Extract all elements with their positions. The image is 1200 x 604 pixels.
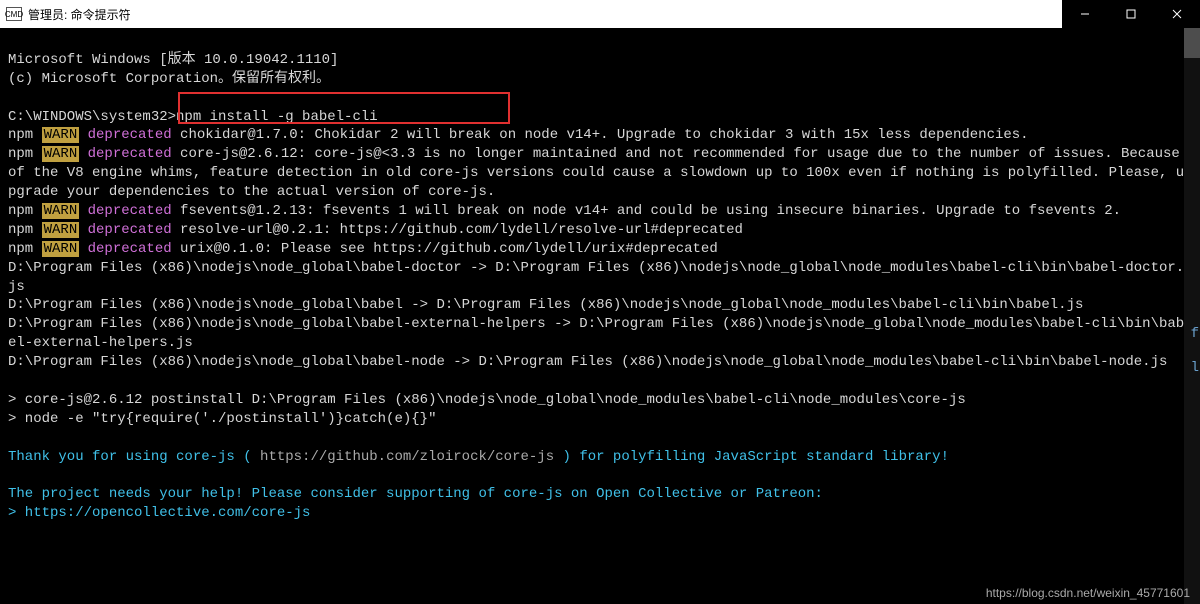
postinstall-line: > core-js@2.6.12 postinstall D:\Program …: [8, 392, 966, 408]
warn-badge: WARN: [42, 146, 80, 162]
scrollbar[interactable]: [1184, 28, 1200, 604]
thank-text: Thank you for using core-js (: [8, 449, 260, 465]
copyright-line: (c) Microsoft Corporation。保留所有权利。: [8, 71, 330, 87]
path-line: D:\Program Files (x86)\nodejs\node_globa…: [8, 354, 1167, 370]
version-line: Microsoft Windows [版本 10.0.19042.1110]: [8, 52, 338, 68]
titlebar-buttons: [1062, 0, 1200, 28]
thank-url: https://github.com/zloirock/core-js: [260, 449, 554, 465]
warn-badge: WARN: [42, 203, 80, 219]
sidebar-annotation: f l: [1191, 318, 1199, 385]
deprecated-label: deprecated: [79, 203, 171, 219]
warn-text: core-js@2.6.12: core-js@<3.3 is no longe…: [8, 146, 1188, 200]
warn-text: chokidar@1.7.0: Chokidar 2 will break on…: [172, 127, 1029, 143]
deprecated-label: deprecated: [79, 127, 171, 143]
deprecated-label: deprecated: [79, 146, 171, 162]
warn-badge: WARN: [42, 241, 80, 257]
minimize-button[interactable]: [1062, 0, 1108, 28]
thank-text: ) for polyfilling JavaScript standard li…: [554, 449, 949, 465]
warn-text: fsevents@1.2.13: fsevents 1 will break o…: [172, 203, 1121, 219]
watermark: https://blog.csdn.net/weixin_45771601: [986, 586, 1190, 600]
cmd-icon: CMD: [6, 7, 22, 21]
warn-text: resolve-url@0.2.1: https://github.com/ly…: [172, 222, 743, 238]
npm-prefix: npm: [8, 127, 42, 143]
support-url: > https://opencollective.com/core-js: [8, 505, 310, 521]
path-line: D:\Program Files (x86)\nodejs\node_globa…: [8, 316, 1184, 351]
terminal-output[interactable]: Microsoft Windows [版本 10.0.19042.1110] (…: [0, 28, 1200, 527]
path-line: D:\Program Files (x86)\nodejs\node_globa…: [8, 260, 1184, 295]
npm-prefix: npm: [8, 222, 42, 238]
prompt: C:\WINDOWS\system32>: [8, 109, 176, 125]
window-title: 管理员: 命令提示符: [28, 6, 131, 23]
npm-prefix: npm: [8, 241, 42, 257]
maximize-button[interactable]: [1108, 0, 1154, 28]
postinstall-line: > node -e "try{require('./postinstall')}…: [8, 411, 436, 427]
warn-badge: WARN: [42, 222, 80, 238]
command-text: npm install -g babel-cli: [176, 109, 378, 125]
npm-prefix: npm: [8, 203, 42, 219]
close-button[interactable]: [1154, 0, 1200, 28]
deprecated-label: deprecated: [79, 222, 171, 238]
support-text: The project needs your help! Please cons…: [8, 486, 823, 502]
scrollbar-thumb[interactable]: [1184, 28, 1200, 58]
warn-badge: WARN: [42, 127, 80, 143]
titlebar-left: CMD 管理员: 命令提示符: [6, 6, 131, 23]
window-titlebar: CMD 管理员: 命令提示符: [0, 0, 1200, 28]
warn-text: urix@0.1.0: Please see https://github.co…: [172, 241, 718, 257]
path-line: D:\Program Files (x86)\nodejs\node_globa…: [8, 297, 1083, 313]
deprecated-label: deprecated: [79, 241, 171, 257]
npm-prefix: npm: [8, 146, 42, 162]
